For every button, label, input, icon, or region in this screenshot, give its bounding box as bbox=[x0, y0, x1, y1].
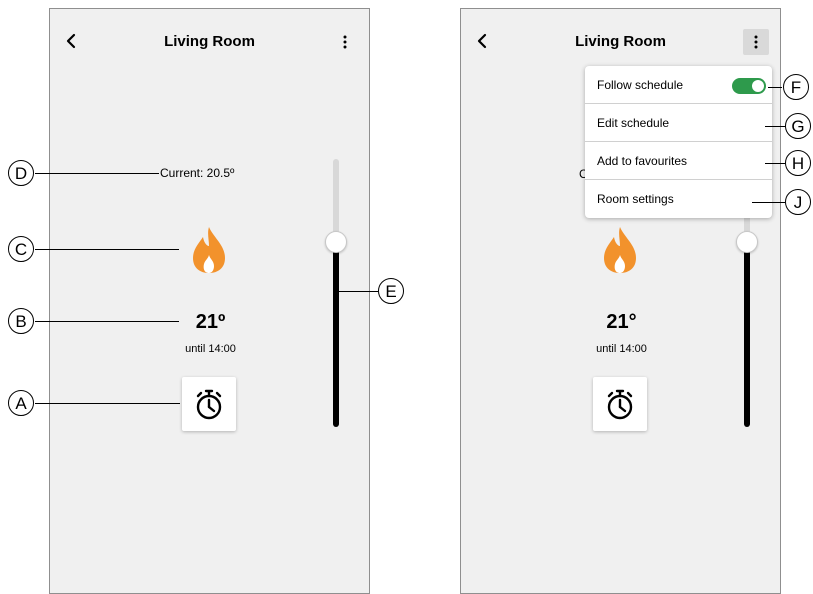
until-time: until 14:00 bbox=[596, 343, 647, 355]
callout-b: B bbox=[8, 308, 34, 334]
callout-e: E bbox=[378, 278, 404, 304]
temperature-slider-handle[interactable] bbox=[325, 231, 347, 253]
timer-button[interactable] bbox=[593, 377, 647, 431]
until-time: until 14:00 bbox=[185, 343, 236, 355]
callout-line-e bbox=[338, 291, 378, 292]
callout-line-a bbox=[35, 403, 180, 404]
callout-line-h bbox=[765, 163, 785, 164]
phone-screen-left: Living Room Current: 20.5º 21º until 14:… bbox=[49, 8, 370, 594]
overflow-menu: Follow schedule Edit schedule Add to fav… bbox=[585, 66, 772, 218]
callout-g: G bbox=[785, 113, 811, 139]
flame-icon bbox=[604, 227, 636, 273]
menu-item-label: Follow schedule bbox=[597, 77, 684, 92]
menu-item-label: Room settings bbox=[597, 192, 674, 206]
current-temperature: Current: 20.5º bbox=[160, 166, 235, 180]
menu-item-follow-schedule[interactable]: Follow schedule bbox=[585, 66, 772, 104]
callout-j: J bbox=[785, 189, 811, 215]
setpoint-temperature: 21º bbox=[195, 311, 226, 333]
callout-line-d bbox=[35, 173, 159, 174]
stopwatch-icon bbox=[607, 389, 633, 420]
temperature-slider-fill bbox=[333, 241, 339, 427]
menu-item-label: Add to favourites bbox=[597, 153, 688, 168]
callout-c: C bbox=[8, 236, 34, 262]
more-vertical-icon bbox=[754, 35, 758, 49]
callout-a: A bbox=[8, 390, 34, 416]
more-vertical-icon bbox=[343, 35, 347, 49]
menu-item-add-to-favourites[interactable]: Add to favourites bbox=[585, 142, 772, 180]
page-title: Living Room bbox=[575, 33, 666, 50]
follow-schedule-toggle[interactable] bbox=[732, 78, 766, 94]
callout-line-c bbox=[35, 249, 179, 250]
timer-button[interactable] bbox=[182, 377, 236, 431]
temperature-slider-handle[interactable] bbox=[736, 231, 758, 253]
phone-screen-right: Living Room C 21° until 14:00 Follow sch… bbox=[460, 8, 781, 594]
callout-h: H bbox=[785, 150, 811, 176]
stopwatch-icon bbox=[196, 389, 222, 420]
more-button[interactable] bbox=[743, 29, 769, 55]
callout-f: F bbox=[783, 74, 809, 100]
menu-item-room-settings[interactable]: Room settings bbox=[585, 180, 772, 218]
toggle-knob bbox=[752, 80, 764, 92]
more-button[interactable] bbox=[332, 29, 358, 55]
page-title: Living Room bbox=[164, 33, 255, 50]
callout-line-b bbox=[35, 321, 179, 322]
menu-item-label: Edit schedule bbox=[597, 115, 670, 130]
callout-line-j bbox=[752, 202, 785, 203]
flame-icon bbox=[193, 227, 225, 273]
temperature-slider-fill bbox=[744, 241, 750, 427]
callout-line-g bbox=[765, 126, 785, 127]
menu-item-edit-schedule[interactable]: Edit schedule bbox=[585, 104, 772, 142]
callout-line-f bbox=[768, 87, 782, 88]
setpoint-temperature: 21° bbox=[606, 311, 637, 333]
temperature-slider-track[interactable] bbox=[333, 159, 339, 241]
callout-d: D bbox=[8, 160, 34, 186]
